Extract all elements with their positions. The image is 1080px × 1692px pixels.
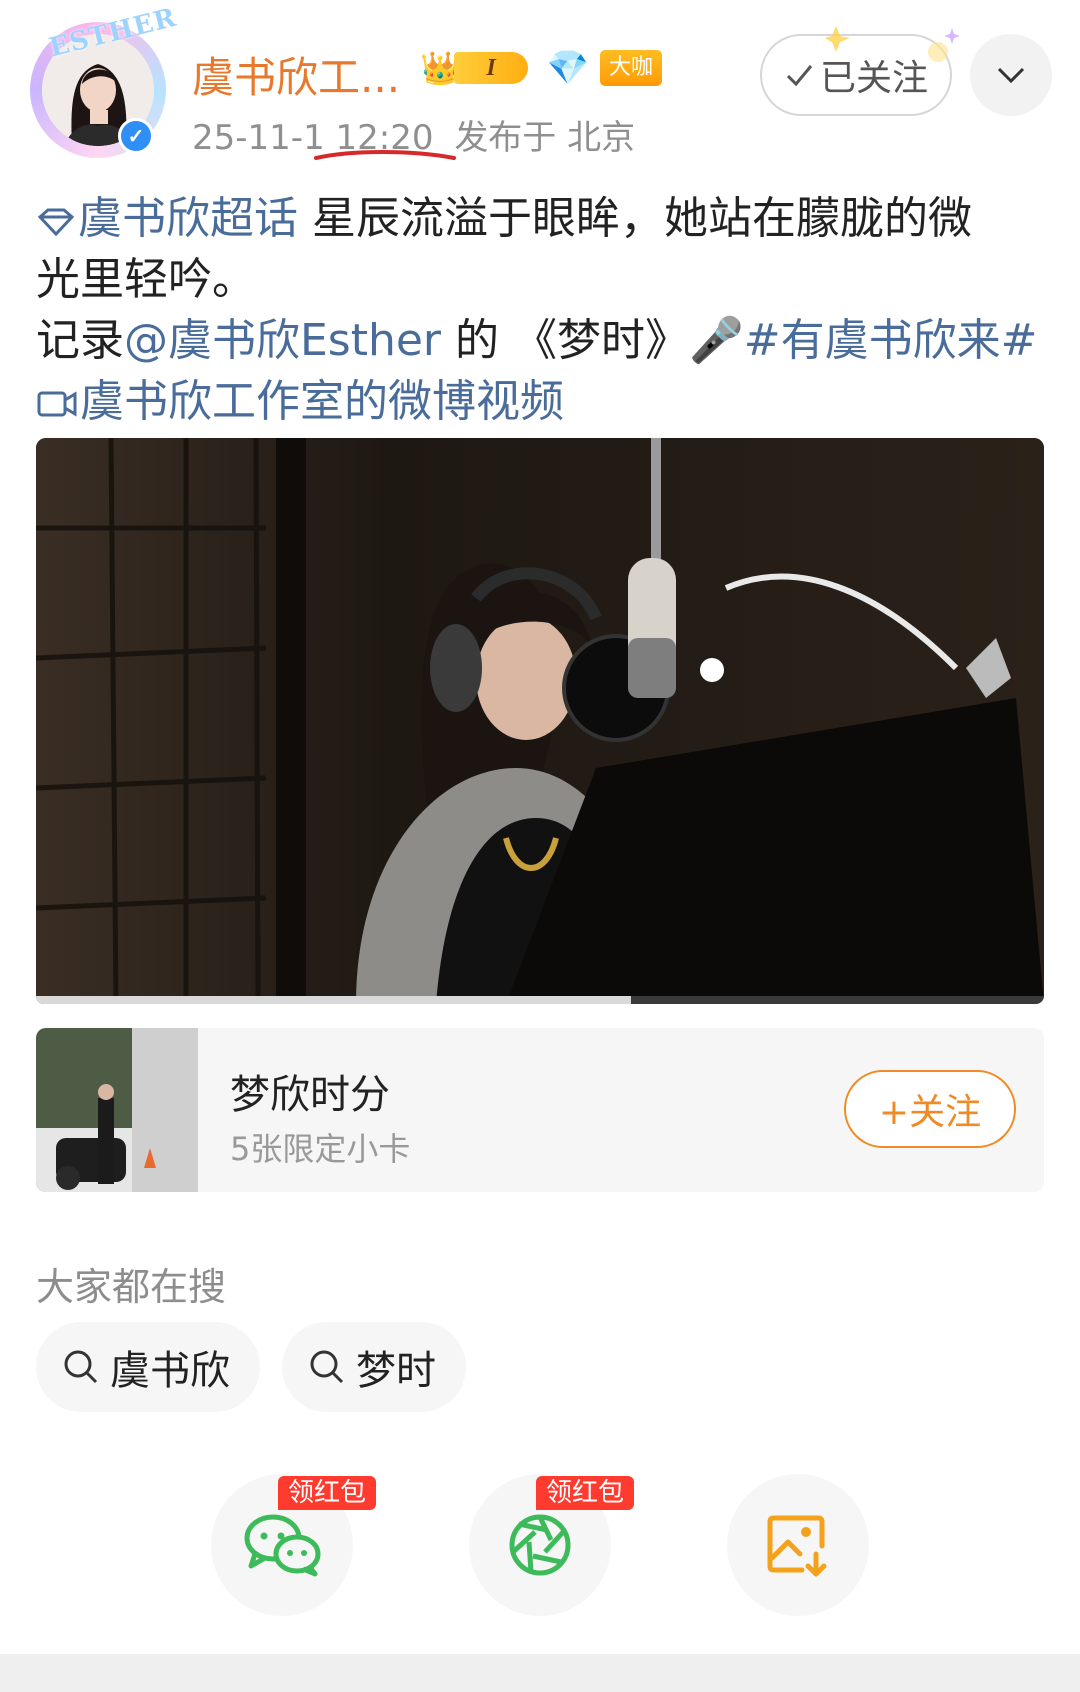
trending-search-title: 大家都在搜 [36,1265,227,1309]
video-progress-fill [36,996,631,1004]
search-chip-label: 虞书欣 [110,1348,230,1394]
level-badge: I [454,52,528,84]
diamond-icon[interactable]: 💎 [546,46,590,90]
promo-card-title: 梦欣时分 [230,1072,390,1118]
search-chip[interactable]: 梦时 [282,1322,466,1412]
following-button[interactable]: 已关注 [760,34,952,116]
red-underline-mark [314,150,456,160]
promo-follow-button[interactable]: +关注 [844,1070,1016,1148]
mention-link[interactable]: @虞书欣Esther [124,315,441,366]
hashtag-link[interactable]: #有虞书欣来# [744,315,1038,366]
video-camera-icon [37,391,77,417]
post-line-1: 虞书欣超话 星辰流溢于眼眸，她站在朦胧的微 [36,188,1046,249]
promo-card-subtitle: 5张限定小卡 [230,1130,411,1168]
member-level-badge[interactable]: 👑 I [420,48,532,88]
post-location: 发布于 北京 [454,118,636,158]
more-options-button[interactable] [970,34,1052,116]
check-icon [786,65,813,87]
post-line-3-prefix: 记录 [36,315,124,366]
post-content: 虞书欣超话 星辰流溢于眼眸，她站在朦胧的微 光里轻吟。 记录@虞书欣Esther… [36,188,1046,432]
wechat-red-packet-tag: 领红包 [278,1476,377,1510]
bottom-divider-bar [0,1654,1080,1692]
super-topic-link[interactable]: 虞书欣超话 [36,193,298,244]
search-icon [64,1350,98,1384]
save-image-button[interactable] [727,1474,869,1616]
moments-red-packet-tag: 领红包 [536,1476,635,1510]
verified-badge-icon: ✓ [118,118,154,154]
following-label: 已关注 [819,58,928,99]
chevron-down-icon [997,67,1025,84]
video-frame [36,438,1044,1004]
video-source-link[interactable]: 虞书欣工作室的微博视频 [36,371,1046,432]
vip-badge[interactable]: 大咖 [600,50,662,86]
search-chip-label: 梦时 [356,1348,436,1394]
post-line-2: 光里轻吟。 [36,254,256,305]
promo-card-thumbnail [36,1028,198,1192]
post-line-1-text: 星辰流溢于眼眸，她站在朦胧的微 [298,193,972,244]
super-topic-label: 虞书欣超话 [78,193,298,244]
video-player[interactable] [36,438,1044,1004]
search-chip[interactable]: 虞书欣 [36,1322,260,1412]
post-line-3: 记录@虞书欣Esther 的 《梦时》🎤#有虞书欣来# [36,310,1046,371]
promo-card[interactable]: 梦欣时分 5张限定小卡 +关注 [36,1028,1044,1192]
wechat-icon [244,1514,321,1577]
super-topic-icon [37,208,75,237]
avatar[interactable]: ESTHER ✓ [30,3,180,158]
post-header: ESTHER ✓ 虞书欣工... 👑 I 💎 大咖 25-11-1 12:20 … [0,0,1080,170]
save-image-icon [767,1515,827,1577]
video-source-label: 虞书欣工作室的微博视频 [80,376,564,427]
moments-icon [509,1514,571,1576]
account-name[interactable]: 虞书欣工... [192,44,400,105]
post-line-3-middle: 的 《梦时》🎤 [441,315,744,366]
search-icon [310,1350,344,1384]
